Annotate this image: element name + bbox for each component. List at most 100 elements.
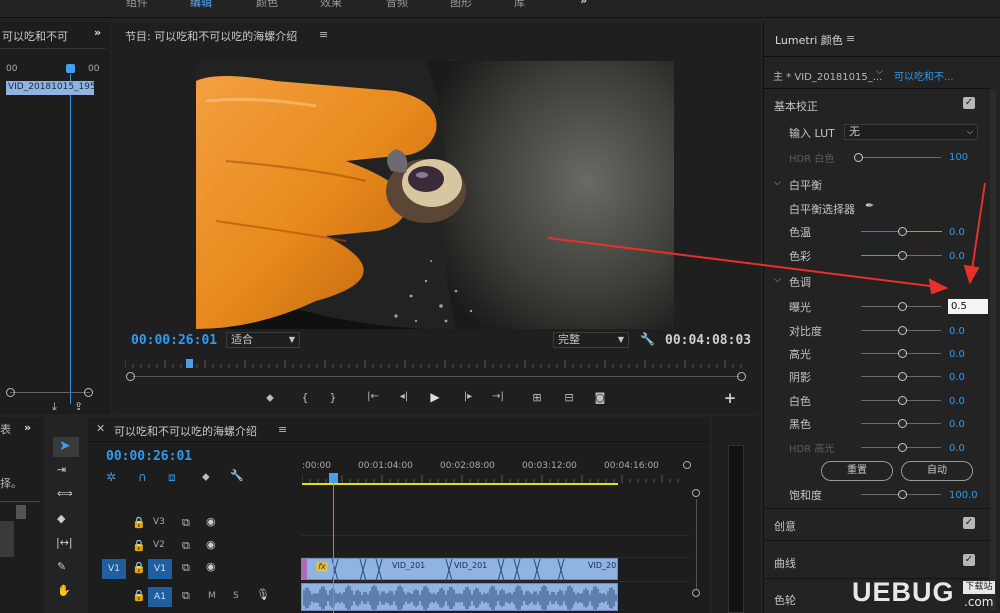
source-playhead[interactable] — [66, 64, 75, 73]
vertical-scrollbar[interactable] — [696, 499, 697, 589]
hdr-white-slider-knob[interactable] — [854, 153, 863, 162]
zoom-fit-dropdown[interactable]: 适合 ▼ — [226, 332, 300, 348]
sequence-clip-tab[interactable]: 可以吃和不... — [894, 68, 954, 83]
export-icon[interactable]: ⇪ — [74, 400, 83, 413]
nest-toggle-icon[interactable]: ✲ — [106, 470, 116, 484]
source-zoom-bar[interactable] — [10, 392, 90, 393]
hdr-specular-value[interactable]: 0.0 — [949, 443, 965, 454]
tint-slider-magenta[interactable] — [904, 255, 942, 256]
linked-selection-icon[interactable]: ⧈ — [168, 470, 176, 485]
workspace-tab-graphics[interactable]: 图形 — [450, 0, 472, 10]
program-playhead[interactable] — [186, 359, 193, 368]
basic-correction-checkbox[interactable]: ✓ — [963, 97, 975, 109]
lumetri-scrollbar[interactable] — [990, 90, 996, 610]
eyedropper-icon[interactable]: ✒ — [865, 199, 874, 212]
microphone-icon[interactable]: 🎙 — [256, 588, 270, 601]
scrollbar-thumb[interactable] — [16, 505, 26, 519]
play-icon[interactable]: ▶ — [427, 390, 443, 404]
blacks-slider-knob[interactable] — [898, 419, 907, 428]
solo-button[interactable]: S — [233, 591, 239, 601]
whites-value[interactable]: 0.0 — [949, 396, 965, 407]
panel-menu-icon[interactable]: ≡ — [278, 423, 287, 436]
lock-icon[interactable]: 🔒 — [132, 589, 146, 602]
temperature-slider-warm[interactable] — [904, 231, 942, 232]
panel-menu-icon[interactable]: ≡ — [846, 32, 855, 45]
chevron-down-icon[interactable]: ⌵ — [774, 275, 781, 285]
workspace-tab-libraries[interactable]: 库 — [514, 0, 525, 10]
chevron-down-icon[interactable]: ⌵ — [774, 178, 781, 188]
lock-icon[interactable]: 🔒 — [132, 561, 146, 574]
temperature-slider-cool[interactable] — [861, 231, 901, 232]
auto-button[interactable]: 自动 — [901, 461, 973, 481]
zoom-handle-right[interactable] — [737, 372, 746, 381]
saturation-value[interactable]: 100.0 — [949, 490, 978, 501]
camera-icon[interactable]: ◙ — [592, 391, 608, 404]
workspace-tab-effects[interactable]: 效果 — [320, 0, 342, 10]
white-balance-header[interactable]: 白平衡 — [789, 177, 1000, 193]
contrast-value[interactable]: 0.0 — [949, 326, 965, 337]
track-target-a1[interactable]: A1 — [148, 587, 172, 607]
work-area-bar[interactable] — [302, 483, 618, 485]
exposure-value-input[interactable]: 0.5 — [948, 299, 988, 314]
creative-checkbox[interactable]: ✓ — [963, 517, 975, 529]
hdr-specular-slider-knob[interactable] — [898, 443, 907, 452]
tint-value[interactable]: 0.0 — [949, 251, 965, 262]
ruler-zoom-handle[interactable] — [683, 461, 691, 469]
scroll-handle-top[interactable] — [692, 489, 700, 497]
temperature-value[interactable]: 0.0 — [949, 227, 965, 238]
panel-expand-icon[interactable]: » — [24, 421, 31, 434]
lock-icon[interactable]: 🔒 — [132, 539, 146, 552]
selection-tool-icon[interactable]: ➤ — [59, 438, 71, 454]
program-video-frame[interactable] — [196, 61, 674, 329]
lock-icon[interactable]: 🔒 — [132, 516, 146, 529]
master-clip-tab[interactable]: 主 * VID_20181015_... — [773, 68, 882, 83]
step-back-icon[interactable]: ◂| — [396, 391, 412, 402]
contrast-slider-knob[interactable] — [898, 326, 907, 335]
slip-tool-icon[interactable]: |↔| — [56, 536, 73, 549]
add-button-icon[interactable]: + — [722, 389, 738, 407]
tint-slider-green[interactable] — [861, 255, 901, 256]
timeline-playhead[interactable] — [329, 473, 338, 483]
whites-slider-knob[interactable] — [898, 396, 907, 405]
temperature-slider-knob[interactable] — [898, 227, 907, 236]
pen-tool-icon[interactable]: ✎ — [57, 560, 66, 573]
hdr-white-slider[interactable] — [859, 157, 941, 158]
extract-icon[interactable]: ⊟ — [561, 391, 577, 404]
workspace-tab-color[interactable]: 颜色 — [256, 0, 278, 10]
sync-lock-icon[interactable]: ⧉ — [182, 516, 190, 530]
workspace-tab-assembly[interactable]: 组件 — [126, 0, 148, 10]
project-item-thumb[interactable] — [0, 521, 14, 557]
source-patch-v1[interactable]: V1 — [102, 559, 126, 579]
program-zoom-bar[interactable] — [132, 376, 740, 377]
highlights-value[interactable]: 0.0 — [949, 349, 965, 360]
eye-icon[interactable]: ◉ — [206, 515, 216, 528]
go-to-in-icon[interactable]: |← — [365, 391, 381, 402]
wrench-icon[interactable]: 🔧 — [230, 469, 244, 482]
hdr-white-value[interactable]: 100 — [949, 152, 968, 163]
reset-button[interactable]: 重置 — [821, 461, 893, 481]
chevron-down-icon[interactable]: ⌵ — [876, 67, 883, 77]
audio-clip-track-a1[interactable] — [301, 583, 618, 611]
panel-menu-icon[interactable]: ≡ — [319, 28, 328, 41]
close-icon[interactable]: ✕ — [96, 422, 105, 435]
lift-icon[interactable]: ⊞ — [529, 391, 545, 404]
sync-lock-icon[interactable]: ⧉ — [182, 539, 190, 553]
scroll-handle-bottom[interactable] — [692, 589, 700, 597]
workspace-tab-audio[interactable]: 音频 — [386, 0, 408, 10]
step-forward-icon[interactable]: |▸ — [460, 391, 476, 402]
snap-icon[interactable]: ∩ — [138, 470, 147, 484]
curves-checkbox[interactable]: ✓ — [963, 554, 975, 566]
workspace-tab-editing[interactable]: 编辑 — [190, 0, 212, 10]
timeline-ruler[interactable] — [301, 473, 682, 483]
source-clip[interactable]: VID_20181015_195 — [6, 81, 94, 95]
highlights-slider-knob[interactable] — [898, 349, 907, 358]
hand-tool-icon[interactable]: ✋ — [57, 584, 71, 597]
mark-in-icon[interactable]: { — [297, 391, 313, 404]
mute-button[interactable]: M — [208, 591, 216, 601]
sync-lock-icon[interactable]: ⧉ — [182, 589, 190, 603]
eye-icon[interactable]: ◉ — [206, 538, 216, 551]
razor-tool-icon[interactable]: ◆ — [57, 512, 65, 525]
tint-slider-knob[interactable] — [898, 251, 907, 260]
tone-header[interactable]: 色调 — [789, 274, 1000, 290]
mark-out-icon[interactable]: } — [325, 391, 341, 404]
